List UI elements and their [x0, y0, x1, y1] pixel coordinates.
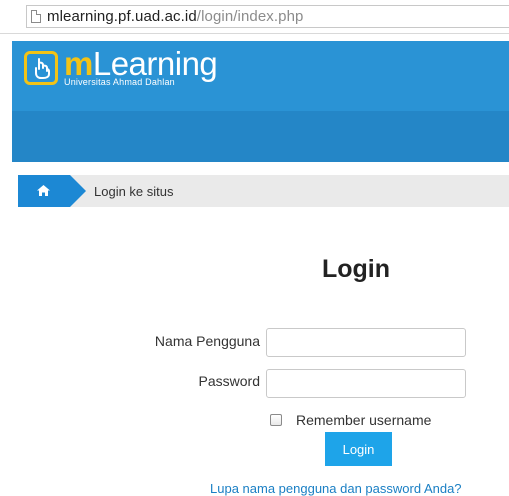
- remember-checkbox[interactable]: [270, 414, 282, 426]
- url-path: /login/index.php: [196, 8, 304, 25]
- remember-label[interactable]: Remember username: [296, 412, 431, 428]
- site-logo[interactable]: mLearning Universitas Ahmad Dahlan: [24, 47, 218, 87]
- breadcrumb-current: Login ke situs: [94, 184, 174, 199]
- breadcrumb-arrow: [70, 175, 86, 207]
- login-button[interactable]: Login: [325, 432, 392, 466]
- forgot-password-link[interactable]: Lupa nama pengguna dan password Anda?: [210, 481, 462, 496]
- username-label: Nama Pengguna: [154, 333, 260, 349]
- logo-text: mLearning Universitas Ahmad Dahlan: [64, 47, 218, 87]
- home-icon: [37, 185, 50, 196]
- breadcrumb-home-button[interactable]: [18, 175, 70, 207]
- breadcrumb: Login ke situs: [18, 175, 509, 207]
- password-label: Password: [198, 373, 260, 389]
- page-icon: [31, 10, 41, 23]
- username-field[interactable]: [266, 328, 466, 357]
- url-domain: mlearning.pf.uad.ac.id: [47, 8, 197, 25]
- logo-title: mLearning: [64, 47, 218, 80]
- url-text[interactable]: mlearning.pf.uad.ac.id/login/index.php: [47, 8, 303, 25]
- page-title: Login: [321, 255, 391, 283]
- hand-touch-icon: [24, 51, 58, 85]
- browser-url-bar: mlearning.pf.uad.ac.id/login/index.php: [0, 0, 509, 34]
- header-nav-bar: [12, 111, 509, 162]
- site-header: mLearning Universitas Ahmad Dahlan: [12, 41, 509, 162]
- address-field[interactable]: mlearning.pf.uad.ac.id/login/index.php: [26, 5, 509, 28]
- password-field[interactable]: [266, 369, 466, 398]
